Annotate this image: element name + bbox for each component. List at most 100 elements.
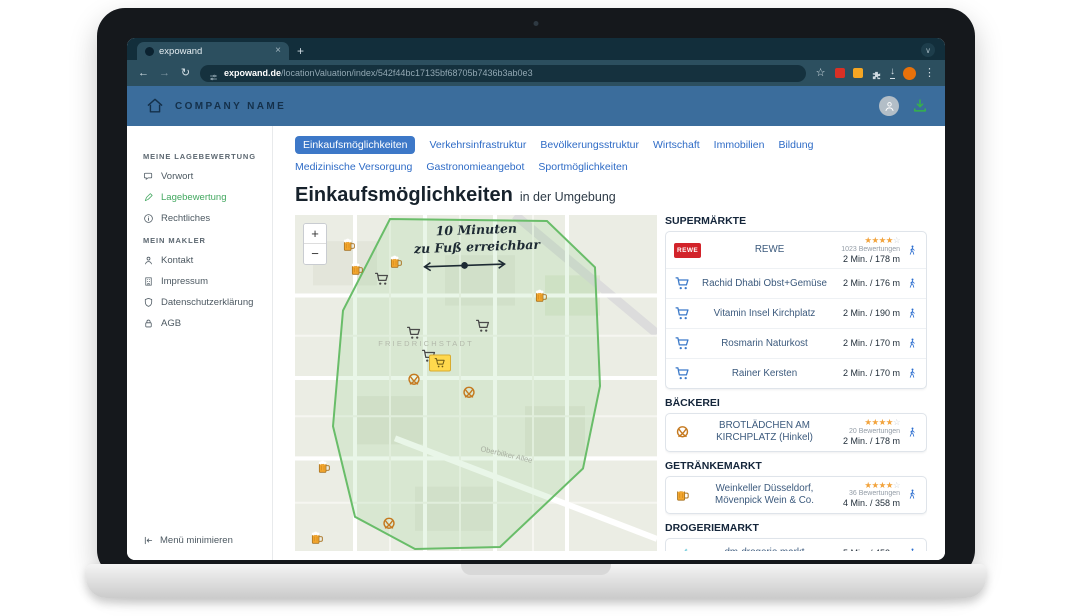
person-icon <box>143 255 154 266</box>
place-name: Rainer Kersten <box>697 368 832 380</box>
map-marker-beer[interactable] <box>341 237 357 253</box>
place-row[interactable]: dm-drogerie markt 5 Min. / 452 m <box>666 539 926 551</box>
chat-icon <box>143 171 154 182</box>
tab-immobilien[interactable]: Immobilien <box>714 139 765 151</box>
map-marker-cart[interactable] <box>475 317 492 334</box>
place-row[interactable]: Weinkeller Düsseldorf, Mövenpick Wein & … <box>666 477 926 513</box>
company-name: COMPANY NAME <box>175 101 286 112</box>
place-name: Rachid Dhabi Obst+Gemüse <box>697 278 832 290</box>
site-info-icon[interactable] <box>209 69 218 78</box>
pretzel-icon <box>674 424 691 441</box>
place-name: REWE <box>707 244 832 256</box>
reload-icon[interactable]: ↻ <box>179 68 192 79</box>
place-name: Vitamin Insel Kirchplatz <box>697 308 832 320</box>
map-marker-pretzel[interactable] <box>381 516 398 533</box>
sidebar-item-impressum[interactable]: Impressum <box>143 276 272 287</box>
drugstore-card: dm-drogerie markt 5 Min. / 452 m <box>665 538 927 551</box>
sidebar-section-title: MEINE LAGEBEWERTUNG <box>143 152 272 161</box>
browser-profile-avatar[interactable] <box>903 67 916 80</box>
zoom-out-button[interactable]: − <box>304 244 326 264</box>
tab-bildung[interactable]: Bildung <box>778 139 813 151</box>
place-distance: 4 Min. / 358 m <box>843 498 900 509</box>
map-marker-cart-selected[interactable] <box>429 354 451 371</box>
browser-tabstrip: expowand × + ∨ <box>127 38 945 60</box>
section-title-getraenkemarkt: GETRÄNKEMARKT <box>665 460 927 472</box>
laptop-frame: expowand × + ∨ ← → ↻ expowand.de/locatio… <box>97 8 975 578</box>
cosmetics-brush-icon <box>674 545 691 551</box>
place-distance: 2 Min. / 170 m <box>843 338 900 349</box>
rating-stars: ★★★★☆ <box>864 481 900 490</box>
menu-dots-icon[interactable]: ⋮ <box>924 68 935 79</box>
map[interactable]: + − 10 Minuten zu Fuß erreichbar <box>295 215 657 551</box>
tab-wirtschaft[interactable]: Wirtschaft <box>653 139 700 151</box>
sidebar-item-kontakt[interactable]: Kontakt <box>143 255 272 266</box>
category-tabs: Einkaufsmöglichkeiten Verkehrsinfrastruk… <box>295 136 905 173</box>
extensions-puzzle-icon[interactable] <box>871 68 882 79</box>
place-name: Rosmarin Naturkost <box>697 338 832 350</box>
tab-title: expowand <box>159 46 270 57</box>
export-download-icon[interactable] <box>911 97 929 115</box>
bakery-card: BROTLÄDCHEN AM KIRCHPLATZ (Hinkel) ★★★★☆… <box>665 413 927 451</box>
tab-search-icon[interactable]: ∨ <box>921 43 935 57</box>
bookmark-star-icon[interactable]: ☆ <box>814 68 827 79</box>
page-title: Einkaufsmöglichkeiten <box>295 184 513 207</box>
map-marker-beer[interactable] <box>533 288 549 304</box>
rating-stars: ★★★★☆ <box>864 418 900 427</box>
cart-icon <box>674 305 691 322</box>
map-marker-cart[interactable] <box>406 324 423 341</box>
sidebar-section-title: MEIN MAKLER <box>143 236 272 245</box>
sidebar-item-datenschutz[interactable]: Datenschutzerklärung <box>143 297 272 308</box>
downloads-icon[interactable]: ↓ <box>890 67 895 79</box>
place-row[interactable]: Vitamin Insel Kirchplatz 2 Min. / 190 m <box>666 299 926 329</box>
user-avatar[interactable] <box>879 96 899 116</box>
browser-tab[interactable]: expowand × <box>137 42 289 60</box>
tab-gastronomieangebot[interactable]: Gastronomieangebot <box>426 161 524 173</box>
sidebar-item-agb[interactable]: AGB <box>143 318 272 329</box>
shield-icon <box>143 297 154 308</box>
place-row[interactable]: Rainer Kersten 2 Min. / 170 m <box>666 359 926 388</box>
sidebar-item-vorwort[interactable]: Vorwort <box>143 171 272 182</box>
address-bar[interactable]: expowand.de/locationValuation/index/542f… <box>200 65 806 82</box>
tab-medizinische-versorgung[interactable]: Medizinische Versorgung <box>295 161 412 173</box>
back-icon[interactable]: ← <box>137 68 150 79</box>
place-name: dm-drogerie markt <box>697 547 832 551</box>
zoom-in-button[interactable]: + <box>304 224 326 244</box>
place-row[interactable]: BROTLÄDCHEN AM KIRCHPLATZ (Hinkel) ★★★★☆… <box>666 414 926 450</box>
pen-icon <box>143 192 154 203</box>
sidebar-item-rechtliches[interactable]: Rechtliches <box>143 213 272 224</box>
sidebar-item-label: Impressum <box>161 276 208 287</box>
stars-off: ☆ <box>893 480 900 490</box>
place-row[interactable]: Rosmarin Naturkost 2 Min. / 170 m <box>666 329 926 359</box>
tab-verkehrsinfrastruktur[interactable]: Verkehrsinfrastruktur <box>429 139 526 151</box>
tab-close-icon[interactable]: × <box>275 46 281 56</box>
new-tab-button[interactable]: + <box>297 45 304 57</box>
forward-icon[interactable]: → <box>158 68 171 79</box>
tab-sportmoeglichkeiten[interactable]: Sportmöglichkeiten <box>538 161 627 173</box>
page: expowand × + ∨ ← → ↻ expowand.de/locatio… <box>0 0 1072 616</box>
laptop-base-notch <box>461 564 611 575</box>
sidebar-item-label: AGB <box>161 318 181 329</box>
extension-icon-1[interactable] <box>835 68 845 78</box>
review-count: 1023 Bewertungen <box>841 246 900 253</box>
walking-icon <box>906 243 918 258</box>
extension-icon-2[interactable] <box>853 68 863 78</box>
tab-einkaufsmoeglichkeiten[interactable]: Einkaufsmöglichkeiten <box>295 136 415 154</box>
tab-bevoelkerungsstruktur[interactable]: Bevölkerungsstruktur <box>540 139 639 151</box>
map-marker-beer[interactable] <box>309 530 325 546</box>
map-marker-pretzel[interactable] <box>406 371 423 388</box>
sidebar-item-label: Kontakt <box>161 255 193 266</box>
app-header: COMPANY NAME <box>127 86 945 126</box>
page-heading: Einkaufsmöglichkeiten in der Umgebung <box>295 184 923 207</box>
walking-icon <box>906 336 918 351</box>
map-marker-beer[interactable] <box>316 459 332 475</box>
walking-icon <box>906 306 918 321</box>
place-row[interactable]: Rachid Dhabi Obst+Gemüse 2 Min. / 176 m <box>666 269 926 299</box>
main-content: Einkaufsmöglichkeiten Verkehrsinfrastruk… <box>273 126 945 560</box>
browser-toolbar: ← → ↻ expowand.de/locationValuation/inde… <box>127 60 945 86</box>
map-marker-pretzel[interactable] <box>460 385 477 402</box>
place-row-rewe[interactable]: REWE REWE ★★★★☆ 1023 Bewertungen 2 Min. … <box>666 232 926 269</box>
sidebar-item-lagebewertung[interactable]: Lagebewertung <box>143 192 272 203</box>
walking-icon <box>906 276 918 291</box>
map-marker-beer[interactable] <box>349 261 365 277</box>
minimize-menu-button[interactable]: Menü minimieren <box>143 535 233 546</box>
